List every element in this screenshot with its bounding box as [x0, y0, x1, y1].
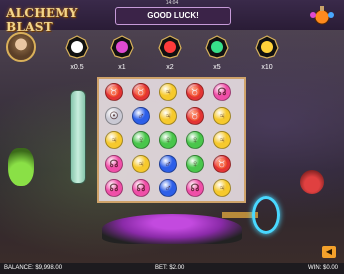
multiplier-gem-2 [158, 35, 182, 59]
orb-pink[interactable]: ☊ [213, 83, 231, 101]
multiplier-label-2: x2 [166, 64, 174, 71]
orb-pink[interactable]: ☊ [105, 155, 123, 173]
multiplier-gem-0 [65, 35, 89, 59]
multiplier-gem-3 [205, 35, 229, 59]
status-message: GOOD LUCK! [115, 7, 231, 25]
orb-yellow[interactable]: ♃ [213, 107, 231, 125]
green-flask-decoration [8, 148, 34, 186]
orb-symbol: ♃ [218, 135, 226, 146]
orb-green[interactable]: ♀ [132, 131, 150, 149]
orb-symbol: ♂ [137, 111, 145, 122]
orb-yellow[interactable]: ♃ [159, 107, 177, 125]
orb-yellow[interactable]: ♃ [213, 131, 231, 149]
orb-symbol: ♉ [107, 87, 121, 98]
orb-green[interactable]: ♀ [186, 131, 204, 149]
game-logo: ALCHEMY BLAST [6, 6, 78, 34]
sound-button[interactable]: ◀ [322, 246, 336, 258]
orb-symbol: ☊ [136, 183, 146, 194]
orb-yellow[interactable]: ♃ [105, 131, 123, 149]
orb-symbol: ♀ [137, 135, 145, 146]
orb-symbol: ☊ [190, 183, 200, 194]
orb-yellow[interactable]: ♃ [132, 155, 150, 173]
multiplier-label-3: x5 [213, 64, 221, 71]
orb-symbol: ♀ [191, 159, 199, 170]
potion-menu-icon [310, 6, 334, 25]
orb-blue[interactable]: ♂ [159, 155, 177, 173]
win-label: WIN: $0.00 [307, 265, 338, 271]
orb-blue[interactable]: ♂ [159, 179, 177, 197]
orb-blue[interactable]: ♂ [132, 107, 150, 125]
clock-time: 14:04 [165, 0, 179, 6]
orb-symbol: ♃ [218, 111, 226, 122]
orb-green[interactable]: ♀ [159, 131, 177, 149]
multiplier-gem-4 [255, 35, 279, 59]
orb-red[interactable]: ♉ [132, 83, 150, 101]
speaker-icon: ◀ [325, 247, 333, 256]
multiplier-label-4: x10 [261, 64, 273, 71]
tube-decoration [70, 90, 86, 184]
orb-green[interactable]: ♀ [186, 155, 204, 173]
orb-red[interactable]: ♉ [105, 83, 123, 101]
cauldron [102, 214, 242, 244]
orb-symbol: ♉ [188, 111, 202, 122]
multiplier-label-0: x0.5 [70, 64, 84, 71]
orb-red[interactable]: ♉ [186, 83, 204, 101]
orb-red[interactable]: ♉ [186, 107, 204, 125]
orb-yellow[interactable]: ♃ [159, 83, 177, 101]
orb-symbol: ☊ [217, 87, 227, 98]
orb-symbol: ♉ [215, 159, 229, 170]
orb-symbol: ☉ [109, 111, 119, 122]
orb-symbol: ☊ [109, 183, 119, 194]
orb-symbol: ♉ [134, 87, 148, 98]
orb-pink[interactable]: ☊ [105, 179, 123, 197]
orb-symbol: ♂ [164, 183, 172, 194]
orb-symbol: ♃ [218, 183, 226, 194]
red-flask-decoration [300, 170, 324, 194]
orb-symbol: ♀ [191, 135, 199, 146]
bet-label: BET: $2.00 [155, 265, 185, 271]
portal-ring [252, 196, 280, 234]
orb-silver[interactable]: ☉ [105, 107, 123, 125]
orb-symbol: ♃ [164, 111, 172, 122]
orb-symbol: ♃ [164, 87, 172, 98]
orb-pink[interactable]: ☊ [186, 179, 204, 197]
orb-red[interactable]: ♉ [213, 155, 231, 173]
alchemist-avatar [6, 32, 36, 62]
orb-symbol: ♃ [110, 135, 118, 146]
orb-symbol: ♃ [137, 159, 145, 170]
balance-label: BALANCE: $9,998.00 [4, 265, 63, 271]
orb-pink[interactable]: ☊ [132, 179, 150, 197]
multiplier-label-1: x1 [118, 64, 126, 71]
orb-symbol: ♉ [188, 87, 202, 98]
orb-symbol: ♂ [164, 159, 172, 170]
orb-symbol: ♀ [164, 135, 172, 146]
orb-symbol: ☊ [109, 159, 119, 170]
orb-yellow[interactable]: ♃ [213, 179, 231, 197]
multiplier-gem-1 [110, 35, 134, 59]
status-bar: BALANCE: $9,998.00 BET: $2.00 WIN: $0.00 [0, 263, 344, 274]
game-board[interactable]: ♉ ♉ ♃ ♉ ☊ ☉ ♂ ♃ ♉ ♃ ♃ ♀ ♀ ♀ ♃ ☊ ♃ ♂ ♀ ♉ ☊ ☊ ♂ ☊ ♃ [97, 77, 246, 203]
menu-potion-button[interactable] [307, 4, 337, 26]
